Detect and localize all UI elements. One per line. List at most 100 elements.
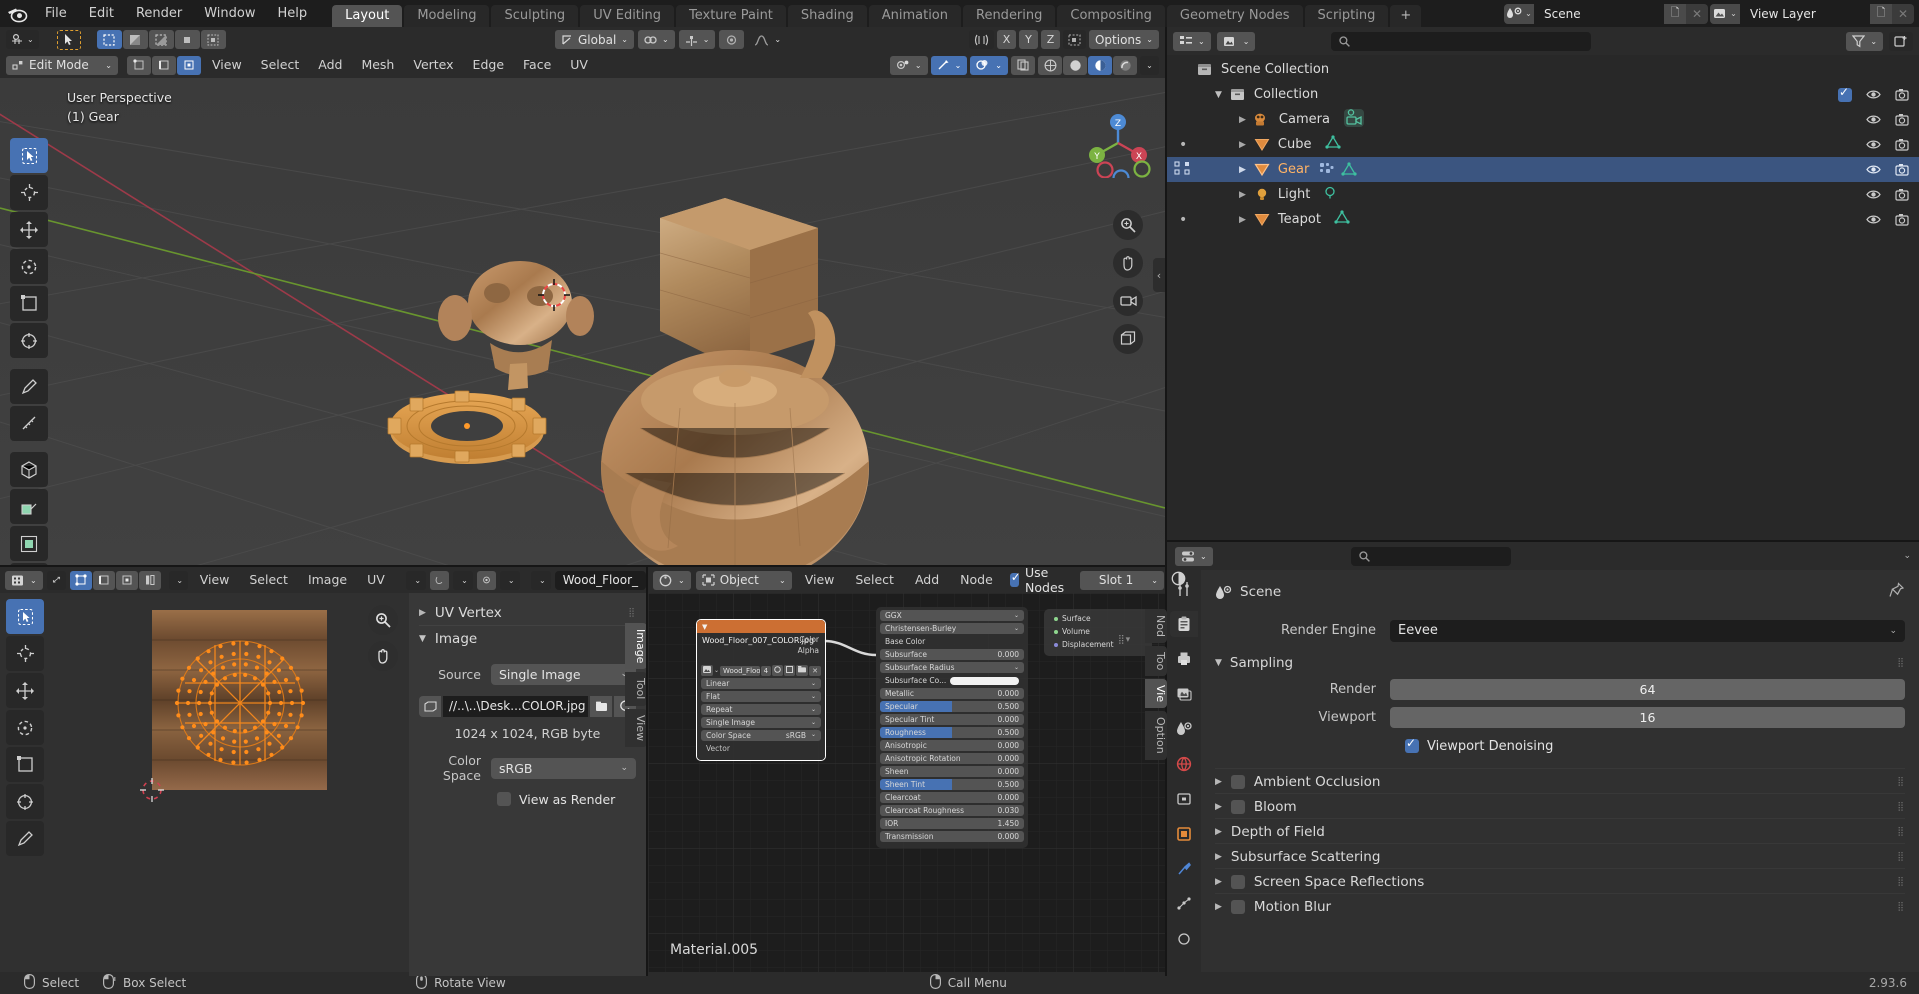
uv-island-select-icon[interactable] xyxy=(139,571,161,590)
tab-scene[interactable] xyxy=(1170,716,1198,742)
section-ambient-occlusion[interactable]: ▶ Ambient Occlusion ⣿ xyxy=(1215,768,1905,793)
mirror-axis-y[interactable]: Y xyxy=(1019,30,1038,49)
disclosure-triangle-icon[interactable]: ▶ xyxy=(1215,902,1222,912)
drag-handle-dots-icon[interactable]: ⣿ xyxy=(1897,777,1905,787)
uv-tool-annotate-icon[interactable] xyxy=(6,821,44,856)
uv-tool-tweak-icon[interactable] xyxy=(6,599,44,634)
disclosure-triangle-icon[interactable]: ▶ xyxy=(1239,215,1246,225)
drag-handle-dots-icon[interactable]: ⣿ xyxy=(1897,827,1905,837)
tab-modeling[interactable]: Modeling xyxy=(404,5,489,27)
topology-mirror-icon[interactable] xyxy=(1063,30,1086,49)
separator-horizontal-right[interactable] xyxy=(1167,540,1919,542)
uv-tool-transform-icon[interactable] xyxy=(6,784,44,819)
open-image-folder-icon[interactable] xyxy=(590,696,612,717)
bsdf-input-transmission[interactable]: Transmission0.000 xyxy=(880,831,1024,842)
menu-help[interactable]: Help xyxy=(267,0,319,27)
node-extension-dropdown[interactable]: Repeat⌄ xyxy=(701,704,821,715)
select-set-icon[interactable] xyxy=(97,30,122,49)
options-dropdown[interactable]: Options⌄ xyxy=(1089,30,1159,49)
tab-geometry-nodes[interactable]: Geometry Nodes xyxy=(1167,5,1303,27)
new-collection-icon[interactable] xyxy=(1889,32,1913,51)
image-source-dropdown[interactable]: Single Image ⌄ xyxy=(491,664,636,685)
proportional-edit-dropdown[interactable]: ⌄ xyxy=(679,30,716,49)
camera-data-icon[interactable] xyxy=(1342,108,1366,132)
bsdf-input-sheen-tint[interactable]: Sheen Tint0.500 xyxy=(880,779,1024,790)
uv-falloff-dropdown[interactable]: ⌄ xyxy=(500,571,520,590)
outliner-row-collection[interactable]: ▼ Collection xyxy=(1167,82,1919,107)
view-as-render-checkbox[interactable] xyxy=(497,792,511,806)
tab-render[interactable] xyxy=(1170,611,1198,637)
node-material-output[interactable]: Surface Volume Displacement xyxy=(1044,609,1152,656)
tab-scripting[interactable]: Scripting xyxy=(1305,5,1389,27)
use-nodes-checkbox[interactable] xyxy=(1010,573,1019,587)
tool-scale-icon[interactable] xyxy=(10,286,48,321)
fake-user-icon[interactable] xyxy=(772,665,783,676)
shader-editor-type-dropdown[interactable]: ⌄ xyxy=(653,571,691,590)
uv-tool-move-icon[interactable] xyxy=(6,673,44,708)
tab-sculpting[interactable]: Sculpting xyxy=(491,5,578,27)
uv-vertex-panel-header[interactable]: ▶ UV Vertex ⣿ xyxy=(419,601,636,625)
falloff-curve-dropdown[interactable]: ⌄ xyxy=(748,30,787,49)
pin-icon[interactable] xyxy=(1889,582,1905,602)
sampling-render-value[interactable]: 64 xyxy=(1390,679,1905,700)
shading-popover-arrow[interactable]: ⌄ xyxy=(1140,56,1159,75)
menu-render[interactable]: Render xyxy=(125,0,193,27)
bsdf-input-subsurface[interactable]: Subsurface0.000 xyxy=(880,649,1024,660)
bsdf-input-specular[interactable]: Specular0.500 xyxy=(880,701,1024,712)
pan-view-icon[interactable] xyxy=(1113,248,1143,278)
select-tool-button[interactable] xyxy=(57,30,81,50)
outliner-row-gear[interactable]: ▶ Gear xyxy=(1167,157,1919,182)
outliner-search-input[interactable] xyxy=(1331,32,1590,51)
disclosure-triangle-icon[interactable]: ▶ xyxy=(1239,115,1246,125)
tab-collection[interactable] xyxy=(1170,786,1198,812)
viewport-menu-add[interactable]: Add xyxy=(310,52,350,78)
material-preview-shading-icon[interactable] xyxy=(1088,56,1112,75)
properties-editor[interactable]: ⌄ ⌄ Scene xyxy=(1167,542,1919,976)
select-extend-icon[interactable] xyxy=(123,30,148,49)
drag-handle-dots-icon[interactable]: ⣿ xyxy=(1897,658,1905,668)
uv-editor-type-dropdown[interactable]: ⌄ xyxy=(5,571,43,590)
bsdf-input-roughness[interactable]: Roughness0.500 xyxy=(880,727,1024,738)
node-source-dropdown[interactable]: Single Image⌄ xyxy=(701,717,821,728)
uv-sidebar-tab-tool[interactable]: Tool xyxy=(625,672,646,705)
section-motion-blur[interactable]: ▶ Motion Blur ⣿ xyxy=(1215,893,1905,918)
uv-menu-image[interactable]: Image xyxy=(300,567,355,593)
disclosure-triangle-icon[interactable]: ▶ xyxy=(1215,802,1222,812)
editor-mode-dropdown[interactable]: Edit Mode ⌄ xyxy=(6,56,118,75)
bsdf-input-anisotropic-rotation[interactable]: Anisotropic Rotation0.000 xyxy=(880,753,1024,764)
disclosure-triangle-icon[interactable]: ▶ xyxy=(419,608,426,618)
tool-add-cube-icon[interactable] xyxy=(10,452,48,487)
uv-menu-view[interactable]: View xyxy=(192,567,238,593)
drag-handle-dots-icon[interactable]: ⣿ xyxy=(1897,877,1905,887)
shader-sidebar-tab-tool[interactable]: Too xyxy=(1145,646,1167,676)
tool-transform-icon[interactable] xyxy=(10,323,48,358)
outliner-row-camera[interactable]: ▶ Camera xyxy=(1167,107,1919,132)
tool-rotate-icon[interactable] xyxy=(10,249,48,284)
wireframe-shading-icon[interactable] xyxy=(1038,56,1062,75)
new-scene-button[interactable]: 🗋 xyxy=(1664,4,1686,24)
shader-panel-drag-handle[interactable]: ⣿▾ xyxy=(1118,635,1131,645)
bsdf-subsurface-method-dropdown[interactable]: Christensen-Burley⌄ xyxy=(880,623,1024,634)
tab-output[interactable] xyxy=(1170,646,1198,672)
drag-handle-dots-icon[interactable]: ⣿ xyxy=(1897,902,1905,912)
uv-proportional-edit-icon[interactable] xyxy=(477,571,496,590)
tab-world[interactable] xyxy=(1170,751,1198,777)
shader-editor[interactable]: ⌄ Object ⌄ View Select Add Node Use Node… xyxy=(648,567,1167,976)
shader-sidebar-tab-node[interactable]: Nod xyxy=(1145,609,1167,643)
unlink-image-icon[interactable]: ✕ xyxy=(809,666,821,676)
rendered-shading-icon[interactable] xyxy=(1113,56,1137,75)
tab-layout[interactable]: Layout xyxy=(332,5,402,27)
tool-move-icon[interactable] xyxy=(10,212,48,247)
image-datablock-browse-icon[interactable]: ⌄ xyxy=(531,571,551,590)
node-header[interactable]: ▼ Wood_Floor_007_COLOR.jpg xyxy=(697,620,825,633)
disclosure-triangle-icon[interactable]: ▶ xyxy=(1215,827,1222,837)
section-bloom[interactable]: ▶ Bloom ⣿ xyxy=(1215,793,1905,818)
bsdf-input-subsurface-radius[interactable]: Subsurface Radius⌄ xyxy=(880,662,1024,673)
tab-add-workspace[interactable]: + xyxy=(1390,5,1421,27)
view-as-render-row[interactable]: View as Render xyxy=(419,786,636,812)
uv-sidebar-tab-view[interactable]: View xyxy=(625,709,646,747)
disclosure-triangle-icon[interactable]: ▶ xyxy=(1239,140,1246,150)
outliner-row-cube[interactable]: • ▶ Cube xyxy=(1167,132,1919,157)
outliner-display-mode-dropdown[interactable]: ⌄ xyxy=(1173,32,1211,51)
separator-vertical-bottom[interactable] xyxy=(646,567,648,976)
